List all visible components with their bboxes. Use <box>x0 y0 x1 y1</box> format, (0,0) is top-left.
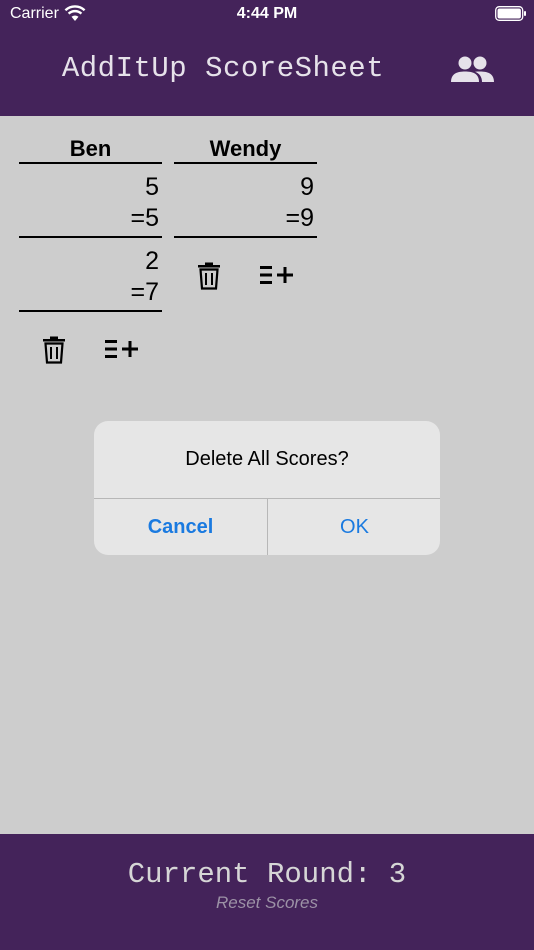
score-entry[interactable]: 9 =9 <box>174 164 317 238</box>
dialog-title: Delete All Scores? <box>185 448 349 470</box>
ok-button[interactable]: OK <box>268 499 440 555</box>
battery-icon <box>495 6 526 21</box>
score-entry[interactable]: 2 =7 <box>19 238 162 312</box>
column-actions <box>174 238 317 294</box>
add-score-icon[interactable] <box>260 264 296 286</box>
reset-scores-button[interactable]: Reset Scores <box>0 893 534 913</box>
app-footer: Current Round: 3 Reset Scores <box>0 834 534 950</box>
app-header: Carrier 4:44 PM AddItUp ScoreSheet <box>0 0 534 116</box>
player-name[interactable]: Ben <box>19 132 162 164</box>
player-name[interactable]: Wendy <box>174 132 317 164</box>
player-column-wendy: Wendy 9 =9 <box>174 132 317 294</box>
running-total: =9 <box>285 204 314 232</box>
running-total: =5 <box>130 204 159 232</box>
status-bar: Carrier 4:44 PM <box>0 0 534 28</box>
column-actions <box>19 312 162 368</box>
round-score: 5 <box>145 173 159 201</box>
app-title: AddItUp ScoreSheet <box>61 52 385 85</box>
clock: 4:44 PM <box>236 5 298 22</box>
round-score: 9 <box>300 173 314 201</box>
player-column-ben: Ben 5 =5 2 =7 <box>19 132 162 368</box>
trash-icon[interactable] <box>196 260 222 290</box>
running-total: =7 <box>130 278 159 306</box>
delete-all-dialog: Delete All Scores? Cancel OK <box>94 421 440 555</box>
score-entry[interactable]: 5 =5 <box>19 164 162 238</box>
round-score: 2 <box>145 247 159 275</box>
people-icon[interactable] <box>446 50 498 90</box>
current-round-label: Current Round: 3 <box>127 858 407 891</box>
trash-icon[interactable] <box>41 334 67 364</box>
cancel-button[interactable]: Cancel <box>94 499 267 555</box>
add-score-icon[interactable] <box>105 338 141 360</box>
